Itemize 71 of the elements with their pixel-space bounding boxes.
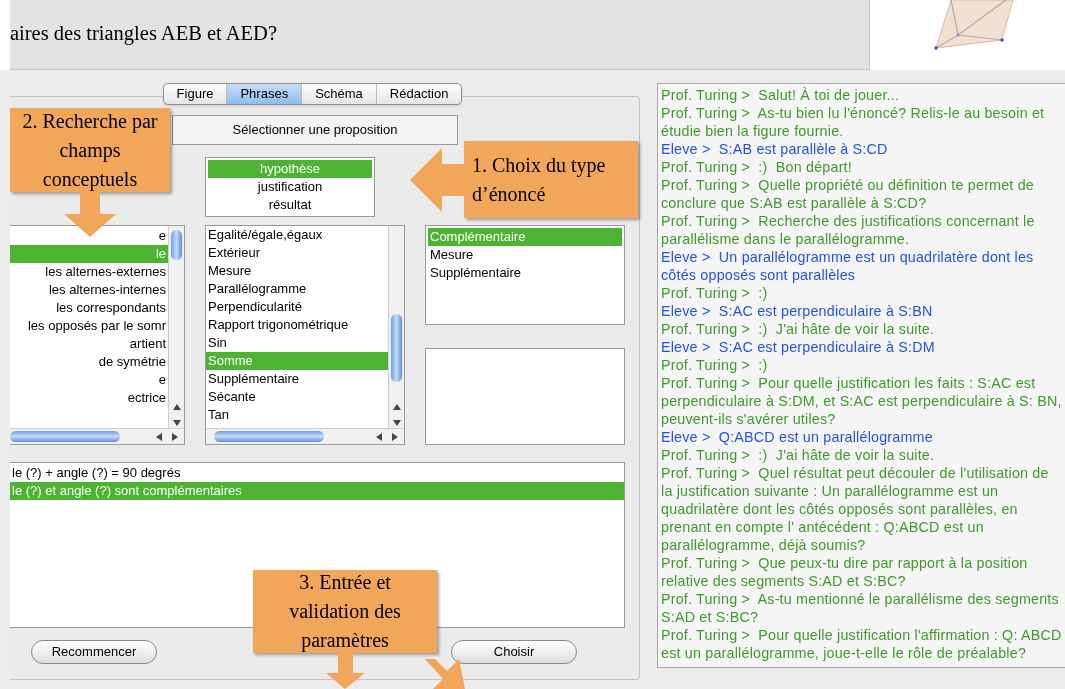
chat-message: Prof. Turing > Pour quelle justification l'affirmation : Q: ABCD est un parallélogramme, joue-t-elle le rôle de préalable? <box>661 626 1062 662</box>
list-item[interactable]: les alternes-internes <box>10 281 168 299</box>
list-item[interactable]: e <box>10 227 168 245</box>
list-item[interactable]: Extérieur <box>206 244 388 262</box>
chat-message: Eleve > S:AC est perpendiculaire à S:BN <box>661 302 934 320</box>
vertical-scrollbar[interactable] <box>168 226 184 428</box>
chat-message: Prof. Turing > Quel résultat peut découler de l'utilisation de la justification suivante : Un parallélogramme est un quadrilatère dont les côtés opposés sont parallèles, en prenant en compte l' antécédent : Q:ABCD est un parallélogramme, déjà soumis? <box>661 464 1050 554</box>
up-arrow-icon[interactable] <box>172 404 181 410</box>
vertical-scrollbar[interactable] <box>388 226 404 428</box>
list-item[interactable]: Sin <box>206 334 388 352</box>
problem-text: aires des triangles AEB et AED? <box>10 21 278 47</box>
left-arrow-icon[interactable] <box>156 432 162 441</box>
down-arrow-icon[interactable] <box>392 420 401 426</box>
list-item[interactable]: le (?) + angle (?) = 90 degrés <box>10 464 624 482</box>
list-item[interactable]: Mesure <box>206 262 388 280</box>
list-item[interactable]: résultat <box>208 196 372 214</box>
scrollbar-thumb[interactable] <box>171 230 182 260</box>
list-item[interactable]: les correspondants <box>10 299 168 317</box>
list-item[interactable]: artient <box>10 335 168 353</box>
chat-message: Prof. Turing > Salut! À toi de jouer... <box>661 86 901 104</box>
horizontal-scrollbar[interactable] <box>206 428 404 444</box>
chat-message: Prof. Turing > :) Bon départ! <box>661 158 853 176</box>
callout-box: 3. Entrée et validation des paramètres <box>253 570 437 653</box>
down-arrow-icon[interactable] <box>172 420 181 426</box>
chat-message: Eleve > Un parallélogramme est un quadrilatère dont les côtés opposés sont parallèles <box>661 248 1035 284</box>
list-item[interactable]: Rapport trigonométrique <box>206 316 388 334</box>
action-button[interactable]: Recommencer <box>31 640 157 664</box>
chat-message: Prof. Turing > Que peux-tu dire par rapport à la position relative des segments S:AD et S:BC? <box>661 554 1029 590</box>
chat-message: Prof. Turing > :) <box>661 284 769 302</box>
horizontal-scrollbar[interactable] <box>10 428 184 444</box>
list-item[interactable]: Perpendicularité <box>206 298 388 316</box>
chat-message: Prof. Turing > :) <box>661 356 769 374</box>
tab[interactable]: Rédaction <box>376 84 462 104</box>
select-proposition-button[interactable]: Sélectionner une proposition <box>172 115 458 145</box>
chat-message: Prof. Turing > As-tu mentionné le parallélisme des segments S:AD et S:BC? <box>661 590 1060 626</box>
chat-message: Prof. Turing > As-tu bien lu l'énoncé? Relis-le au besoin et étudie bien la figure fournie. <box>661 104 1046 140</box>
callout-box: 2. Recherche par champs conceptuels <box>10 108 170 192</box>
list-item[interactable]: Supplémentaire <box>206 370 388 388</box>
chat-message: Eleve > Q:ABCD est un parallélogramme <box>661 428 934 446</box>
list-item[interactable]: Supplémentaire <box>428 264 622 282</box>
up-arrow-icon[interactable] <box>392 404 401 410</box>
list-item[interactable]: de symétrie <box>10 353 168 371</box>
callout-arrow <box>410 147 464 212</box>
list-item[interactable]: e <box>10 371 168 389</box>
scrollbar-thumb[interactable] <box>391 314 402 382</box>
list-item[interactable]: Egalité/égale,égaux <box>206 226 388 244</box>
tab[interactable]: Phrases <box>227 84 303 104</box>
list-item[interactable]: Parallélogramme <box>206 280 388 298</box>
chat-message: Eleve > S:AC est perpendiculaire à S:DM <box>661 338 936 356</box>
chat-message: Eleve > S:AB est parallèle à S:CD <box>661 140 889 158</box>
callout-box: 1. Choix du type d’énoncé <box>464 141 638 218</box>
chat-message: Prof. Turing > Recherche des justifications concernant le parallélisme dans le parallélogramme. <box>661 212 1036 248</box>
scrollbar-thumb[interactable] <box>214 431 324 442</box>
chat-message: Prof. Turing > Pour quelle justification les faits : S:AC est perpendiculaire à S:DM, et S:AC est perpendiculaire à S: BN, peuvent-ils s'avérer utiles? <box>661 374 1062 428</box>
chat-message: Prof. Turing > Quelle propriété ou définition te permet de conclure que S:AB est parallèle à S:CD? <box>661 176 1035 212</box>
list-item[interactable]: les alternes-externes <box>10 263 168 281</box>
right-arrow-icon[interactable] <box>392 432 398 441</box>
chat-message: Prof. Turing > :) J'ai hâte de voir la suite. <box>661 446 936 464</box>
list-item[interactable]: ectrice <box>10 389 168 407</box>
chat-message: Prof. Turing > :) J'ai hâte de voir la suite. <box>661 320 936 338</box>
list-item[interactable]: Sécante <box>206 388 388 406</box>
list-item[interactable]: les opposés par le somr <box>10 317 168 335</box>
list-item[interactable]: justification <box>208 178 372 196</box>
action-button[interactable]: Choisir <box>451 640 577 664</box>
tab[interactable]: Schéma <box>302 84 377 104</box>
right-arrow-icon[interactable] <box>172 432 178 441</box>
list-item[interactable]: Tan <box>206 406 388 424</box>
scrollbar-thumb[interactable] <box>10 431 120 442</box>
left-arrow-icon[interactable] <box>376 432 382 441</box>
callout-arrow <box>64 192 116 237</box>
list-item[interactable]: Mesure <box>428 246 622 264</box>
